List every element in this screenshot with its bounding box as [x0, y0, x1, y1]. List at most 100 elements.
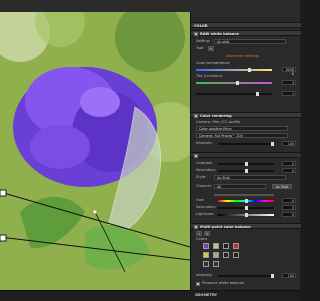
- channel-label: Channel:: [196, 184, 212, 188]
- lightness-label: Lightness:: [196, 212, 215, 216]
- mp-tools-row: + ✎: [196, 231, 296, 236]
- hue-knob[interactable]: [245, 198, 248, 203]
- hue-row: Hue: 0: [196, 198, 296, 203]
- saturation-slider[interactable]: [218, 168, 274, 173]
- preserve-wb-row: Preserve white balance: [196, 281, 296, 286]
- mp-swatch-violet[interactable]: [203, 243, 209, 249]
- ce-saturation-label: Saturation:: [196, 205, 216, 209]
- extra-value[interactable]: 1: [282, 91, 296, 96]
- mp-swatch-dark-1[interactable]: [223, 243, 229, 249]
- ce-saturation-value[interactable]: 0: [282, 205, 296, 210]
- temperature-slider-knob[interactable]: [248, 67, 251, 72]
- contrast-slider[interactable]: [218, 161, 274, 166]
- style-label: Style:: [196, 175, 207, 179]
- eyedropper-icon[interactable]: ✎: [208, 46, 214, 51]
- temp-label-row: Color temperature:: [196, 61, 296, 66]
- cr-intensity-slider[interactable]: [218, 141, 274, 146]
- ce-saturation-knob[interactable]: [245, 205, 248, 210]
- mp-swatch-gray[interactable]: [213, 252, 219, 258]
- advanced-settings-label[interactable]: Advanced settings: [226, 54, 259, 59]
- cr-intensity-value[interactable]: 100: [282, 141, 296, 146]
- mp-swatch-khaki[interactable]: [213, 243, 219, 249]
- mp-swatch-dark-4[interactable]: [203, 261, 209, 267]
- color-editor-header[interactable]: [191, 152, 301, 158]
- profile-category-dropdown[interactable]: Color positive films: [196, 126, 288, 131]
- profile-dropdown[interactable]: Camera: Fuji Provia™ 100: [196, 133, 288, 138]
- cr-profile2-row: Camera: Fuji Provia™ 100: [196, 133, 296, 138]
- raw-wb-checkbox[interactable]: [194, 32, 198, 36]
- lightness-value[interactable]: 0: [282, 212, 296, 217]
- color-rendering-title: Color rendering: [200, 113, 232, 118]
- geometry-section-title[interactable]: GEOMETRY: [195, 293, 217, 297]
- wb-tool-row: Tool: ✎: [196, 46, 296, 51]
- cr-intensity-knob[interactable]: [271, 141, 274, 146]
- preserve-wb-checkbox[interactable]: [196, 281, 200, 286]
- saturation-label: Saturation:: [196, 168, 216, 172]
- tint-slider-knob[interactable]: [236, 80, 239, 85]
- wb-setting-label: Setting:: [196, 39, 211, 43]
- mp-swatch-dark-2[interactable]: [223, 252, 229, 258]
- channel-row: Channel: All As Shot: [196, 184, 296, 189]
- multipoint-header[interactable]: Multi-point color balance: [191, 223, 301, 229]
- mp-eyedropper-icon[interactable]: ✎: [204, 231, 210, 236]
- lightness-knob[interactable]: [245, 212, 248, 217]
- contrast-row: Contrast: 0: [196, 161, 296, 166]
- hue-label: Hue:: [196, 198, 205, 202]
- contrast-value[interactable]: 0: [282, 161, 296, 166]
- cr-subtitle: Camera, film, ICC profile: [196, 120, 241, 124]
- advanced-settings-row[interactable]: Advanced settings: [196, 54, 296, 59]
- extra-slider[interactable]: [196, 91, 272, 96]
- mp-colors-label: Colors: [196, 237, 208, 241]
- mp-intensity-knob[interactable]: [271, 273, 274, 278]
- wb-tool-label: Tool:: [196, 46, 205, 50]
- hue-slider[interactable]: [218, 198, 274, 203]
- color-rendering-checkbox[interactable]: [194, 114, 198, 118]
- mp-intensity-slider[interactable]: [218, 273, 274, 278]
- temp-row: 6058 K: [196, 67, 296, 76]
- image-viewport[interactable]: [0, 12, 190, 290]
- lightness-slider[interactable]: [218, 212, 274, 217]
- tint-label: Tint (Lumilum):: [196, 74, 224, 78]
- saturation-value[interactable]: 0: [282, 168, 296, 173]
- channel-curve-slider[interactable]: [214, 193, 274, 196]
- mp-swatch-yellow[interactable]: [203, 252, 209, 258]
- multipoint-title: Multi-point color balance: [200, 224, 251, 229]
- mp-swatch-dark-5[interactable]: [213, 261, 219, 267]
- color-rendering-header[interactable]: Color rendering: [191, 112, 301, 118]
- cr-profile-row: Color positive films: [196, 126, 296, 131]
- hue-value[interactable]: 0: [282, 198, 296, 203]
- saturation-knob[interactable]: [245, 168, 248, 173]
- cr-intensity-row: Intensity: 100: [196, 141, 296, 146]
- temp-label: Color temperature:: [196, 61, 231, 65]
- as-shot-button[interactable]: As Shot: [272, 184, 292, 189]
- temperature-value[interactable]: 6058 K: [282, 67, 296, 76]
- extra-slider-knob[interactable]: [256, 91, 259, 96]
- adjustments-panel: COLOR RAW white balance Setting: As shot…: [190, 12, 301, 300]
- multipoint-checkbox[interactable]: [194, 225, 198, 229]
- temperature-slider[interactable]: [196, 67, 272, 72]
- wb-setting-dropdown[interactable]: As shot: [214, 39, 286, 44]
- raw-wb-header[interactable]: RAW white balance: [191, 30, 301, 36]
- extra-row: 1: [196, 91, 296, 96]
- mp-colors-row: Colors: [196, 237, 296, 242]
- cr-subtitle-row: Camera, film, ICC profile: [196, 120, 296, 125]
- tint-slider[interactable]: [196, 80, 272, 85]
- saturation-row: Saturation: 0: [196, 168, 296, 173]
- color-editor-checkbox[interactable]: [194, 154, 198, 158]
- style-row: Style: As Shot: [196, 175, 296, 180]
- mp-intensity-value[interactable]: 100: [282, 273, 296, 278]
- style-dropdown[interactable]: As Shot: [214, 175, 286, 180]
- cr-intensity-label: Intensity:: [196, 141, 213, 145]
- raw-wb-title: RAW white balance: [200, 31, 239, 36]
- mp-add-point-icon[interactable]: +: [196, 231, 202, 236]
- ce-sat-row: Saturation: 0: [196, 205, 296, 210]
- tint-value[interactable]: 3: [282, 80, 296, 85]
- channel-dropdown[interactable]: All: [214, 184, 266, 189]
- ce-saturation-slider[interactable]: [218, 205, 274, 210]
- color-section-header[interactable]: COLOR: [191, 22, 301, 28]
- tint-label-row: Tint (Lumilum):: [196, 74, 296, 79]
- lightness-row: Lightness: 0: [196, 212, 296, 217]
- contrast-knob[interactable]: [245, 161, 248, 166]
- mp-swatch-dark-3[interactable]: [233, 252, 239, 258]
- mp-swatch-red[interactable]: [233, 243, 239, 249]
